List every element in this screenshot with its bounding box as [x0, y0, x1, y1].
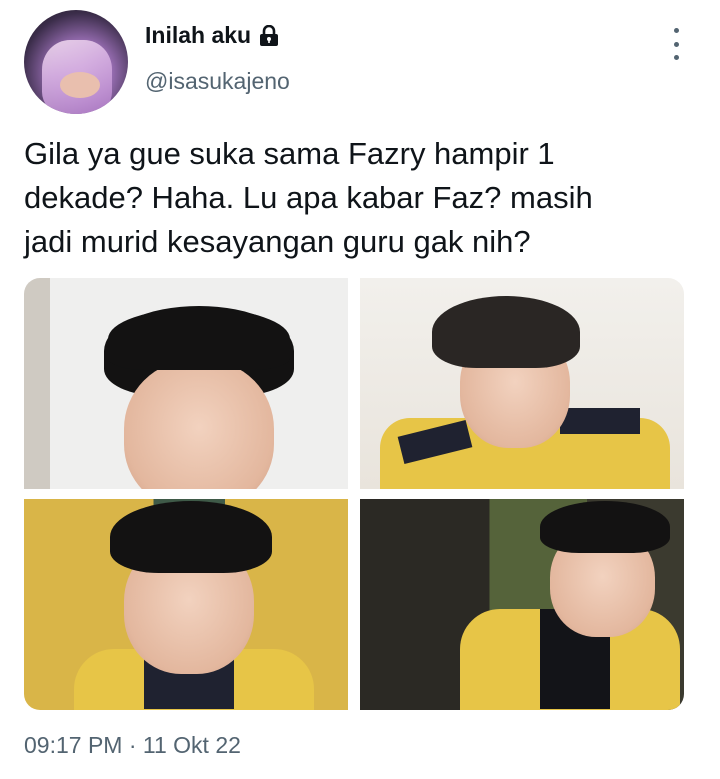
timestamp[interactable]: 09:17 PM · 11 Okt 22 — [24, 732, 241, 759]
lock-icon — [259, 24, 279, 47]
avatar-hand — [60, 72, 100, 98]
display-name[interactable]: Inilah aku — [145, 22, 251, 49]
author-name-row[interactable]: Inilah aku — [145, 22, 279, 49]
handle[interactable]: @isasukajeno — [145, 68, 290, 95]
photo-3[interactable] — [24, 499, 348, 710]
photo-4[interactable] — [360, 499, 684, 710]
more-options-icon[interactable] — [666, 28, 686, 60]
avatar[interactable] — [24, 10, 128, 114]
media-grid — [24, 278, 684, 710]
photo-2[interactable] — [360, 278, 684, 489]
tweet-text: Gila ya gue suka sama Fazry hampir 1 dek… — [24, 136, 593, 259]
photo-1[interactable] — [24, 278, 348, 489]
